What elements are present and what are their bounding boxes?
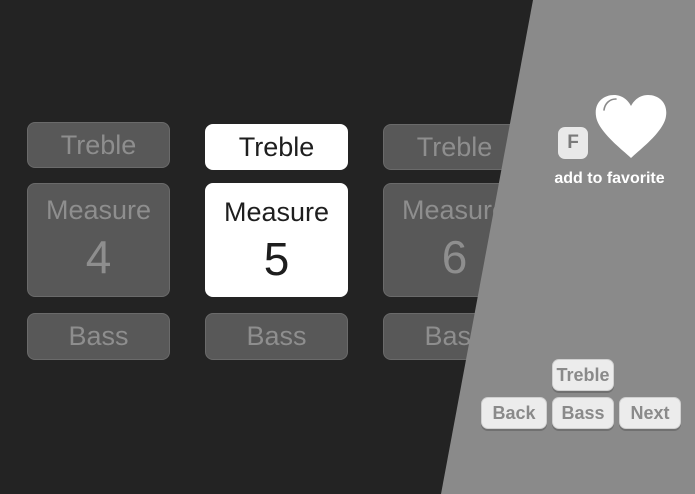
- add-to-favorite-label[interactable]: add to favorite: [532, 170, 687, 188]
- next-button[interactable]: Next: [619, 397, 681, 429]
- nav-bass-button[interactable]: Bass: [552, 397, 614, 429]
- back-button[interactable]: Back: [481, 397, 547, 429]
- measure-card-5[interactable]: Measure 5: [205, 183, 348, 297]
- treble-button-measure-4[interactable]: Treble: [27, 122, 170, 168]
- measure-number: 6: [441, 230, 468, 283]
- heart-icon[interactable]: [594, 94, 668, 160]
- favorite-key-badge: F: [558, 127, 588, 159]
- bass-button-measure-5[interactable]: Bass: [205, 313, 348, 360]
- measure-number: 4: [85, 230, 112, 283]
- nav-treble-button[interactable]: Treble: [552, 359, 614, 391]
- measure-label: Measure: [45, 194, 152, 225]
- bass-button-measure-4[interactable]: Bass: [27, 313, 170, 360]
- measure-label: Measure: [223, 196, 330, 227]
- measure-number: 5: [263, 232, 290, 285]
- measure-card-4[interactable]: Measure 4: [27, 183, 170, 297]
- measure-label: Measure: [401, 194, 508, 225]
- screen: Treble Measure 4 Bass Treble Measure 5 B…: [0, 0, 695, 494]
- treble-button-measure-5[interactable]: Treble: [205, 124, 348, 170]
